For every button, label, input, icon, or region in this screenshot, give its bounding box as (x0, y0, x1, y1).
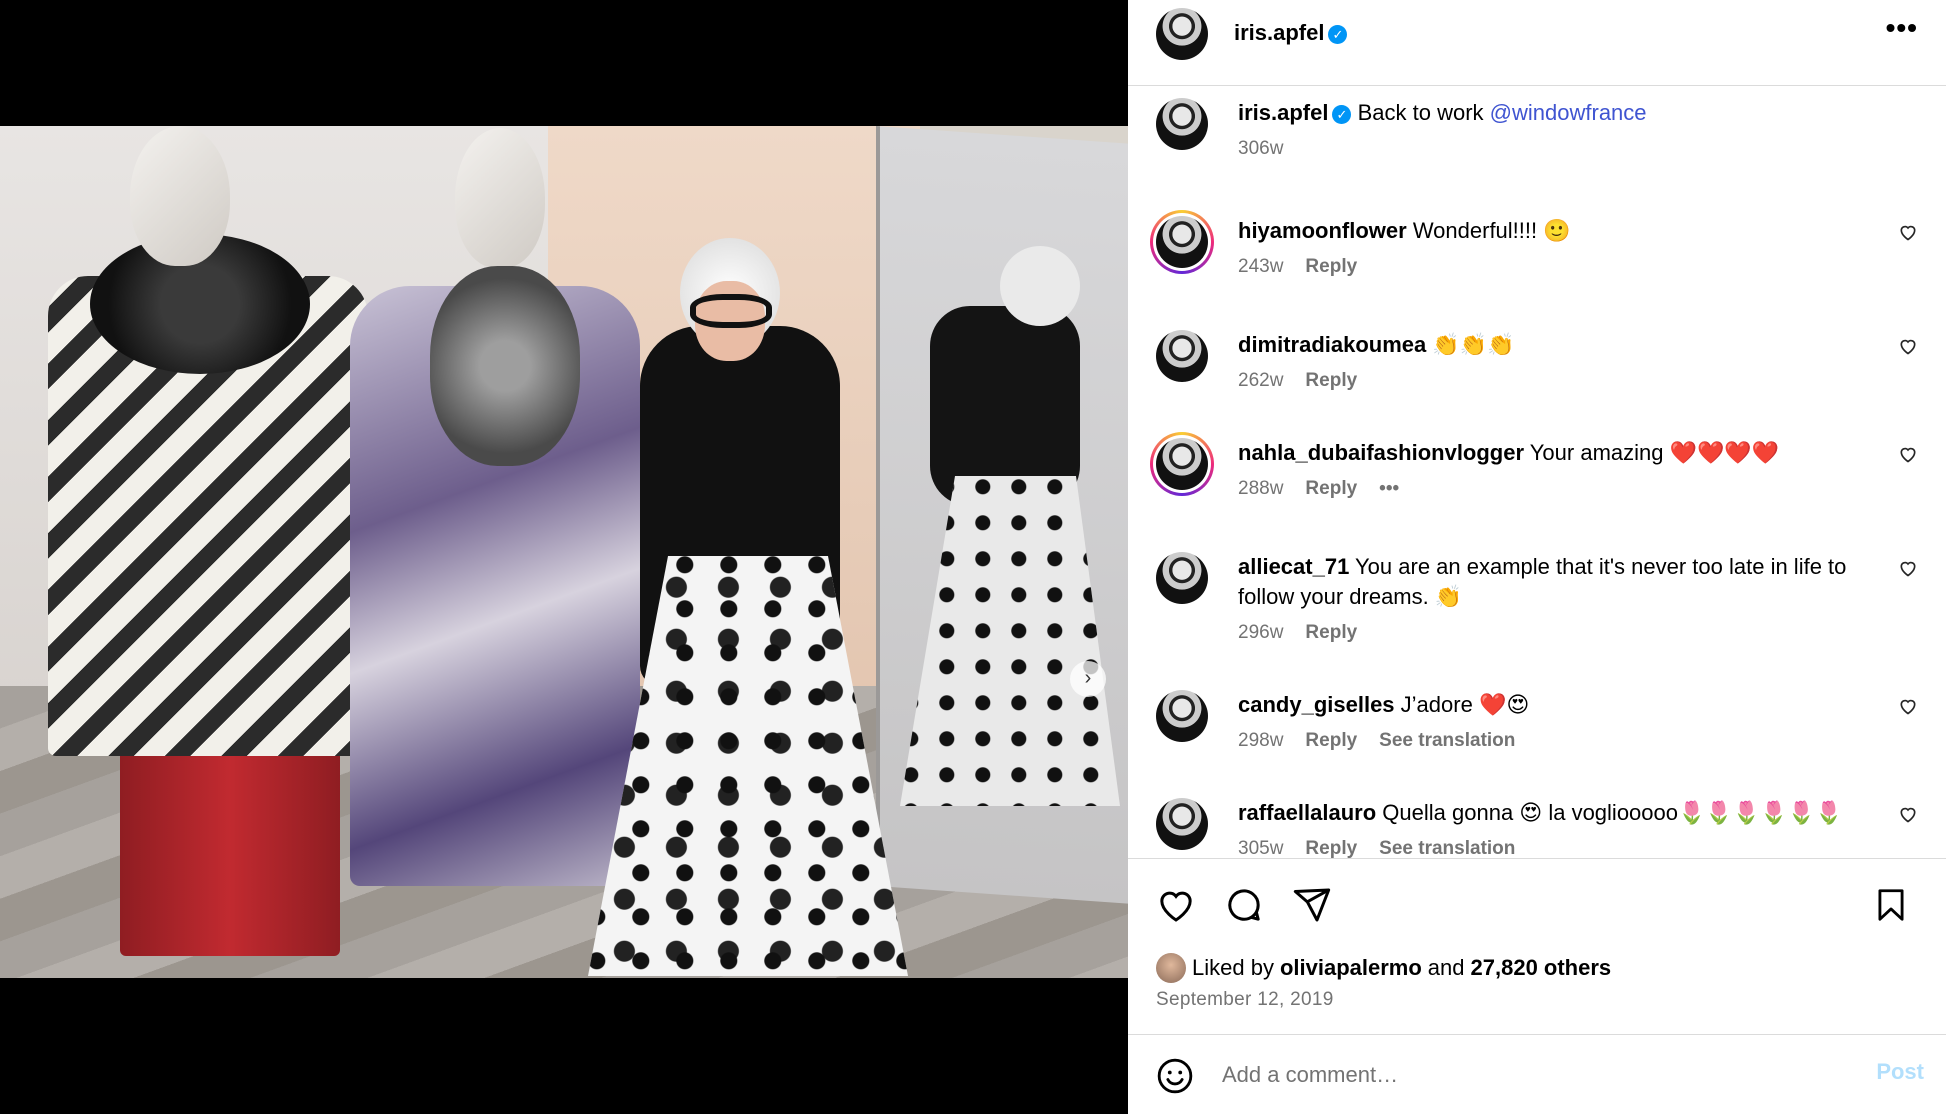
author-username[interactable]: iris.apfel ✓ (1234, 20, 1348, 46)
see-translation-button[interactable]: See translation (1379, 730, 1515, 752)
save-bookmark-icon[interactable] (1872, 885, 1910, 925)
comment-body: Quella gonna 😍 la vogliooooo🌷🌷🌷🌷🌷🌷 (1382, 800, 1843, 825)
comments-list[interactable]: iris.apfel ✓ Back to work @windowfrance 3… (1128, 86, 1946, 858)
likes-summary: Liked by oliviapalermo and 27,820 others (1156, 953, 1611, 983)
comment-avatar[interactable] (1156, 798, 1208, 850)
comment-username[interactable]: dimitradiakoumea (1238, 332, 1426, 357)
caption-text: iris.apfel ✓ Back to work @windowfrance (1238, 98, 1878, 128)
comment-body: 👏👏👏 (1432, 332, 1515, 357)
caption-username[interactable]: iris.apfel (1238, 100, 1328, 125)
comment-meta: 296w Reply (1238, 622, 1357, 644)
photo-mannequin-head (455, 128, 545, 268)
reply-button[interactable]: Reply (1305, 478, 1357, 500)
photo-mirror-hair (1000, 246, 1080, 326)
caption-meta: 306w (1238, 138, 1283, 160)
carousel-next-button[interactable]: › (1070, 661, 1106, 697)
reply-button[interactable]: Reply (1305, 370, 1357, 392)
comment-username[interactable]: raffaellalauro (1238, 800, 1376, 825)
comment-username[interactable]: hiyamoonflower (1238, 218, 1407, 243)
caption-age[interactable]: 306w (1238, 138, 1283, 160)
comment-age[interactable]: 288w (1238, 478, 1283, 500)
comment-age[interactable]: 296w (1238, 622, 1283, 644)
like-comment-heart-icon[interactable] (1898, 336, 1918, 356)
comment-meta: 262w Reply (1238, 370, 1357, 392)
like-comment-heart-icon[interactable] (1898, 696, 1918, 716)
comment-meta: 243w Reply (1238, 256, 1357, 278)
comment-meta: 298w Reply See translation (1238, 730, 1515, 752)
comment-text: hiyamoonflower Wonderful!!!! 🙂 (1238, 216, 1878, 246)
reply-button[interactable]: Reply (1305, 730, 1357, 752)
action-bar: Liked by oliviapalermo and 27,820 others… (1128, 858, 1946, 1034)
like-comment-heart-icon[interactable] (1898, 444, 1918, 464)
media-pane: › (0, 0, 1128, 1114)
comment-age[interactable]: 305w (1238, 838, 1283, 858)
comment-avatar[interactable] (1156, 552, 1208, 604)
comment-avatar[interactable] (1156, 438, 1208, 490)
likes-joiner: and (1427, 955, 1465, 980)
comment-text: alliecat_71 You are an example that it's… (1238, 552, 1878, 612)
reply-button[interactable]: Reply (1305, 838, 1357, 858)
comment-age[interactable]: 243w (1238, 256, 1283, 278)
comment-meta: 305w Reply See translation (1238, 838, 1515, 858)
story-ring[interactable] (1150, 432, 1214, 496)
comment-text: dimitradiakoumea 👏👏👏 (1238, 330, 1878, 360)
reply-button[interactable]: Reply (1305, 256, 1357, 278)
verified-badge-icon: ✓ (1332, 105, 1352, 124)
caption-body: Back to work (1357, 100, 1484, 125)
more-options-icon[interactable]: ••• (1886, 12, 1918, 44)
liker-username[interactable]: oliviapalermo (1280, 955, 1422, 981)
author-avatar[interactable] (1156, 8, 1208, 60)
caption-avatar[interactable] (1156, 98, 1208, 150)
photo-glasses (690, 294, 772, 328)
comment-body: J’adore ❤️😍 (1400, 692, 1530, 717)
comment-username[interactable]: alliecat_71 (1238, 554, 1349, 579)
comment-body: Your amazing ❤️❤️❤️❤️ (1529, 440, 1780, 465)
comment-avatar[interactable] (1156, 216, 1208, 268)
story-ring[interactable] (1150, 210, 1214, 274)
post-date[interactable]: September 12, 2019 (1156, 989, 1334, 1011)
comment-body: Wonderful!!!! 🙂 (1412, 218, 1571, 243)
likes-count[interactable]: 27,820 others (1471, 955, 1612, 981)
emoji-picker-icon[interactable] (1156, 1057, 1194, 1095)
comment-meta: 288w Reply ••• (1238, 478, 1399, 500)
likes-prefix: Liked by (1192, 955, 1274, 980)
author-username-text[interactable]: iris.apfel (1234, 20, 1324, 45)
comment-text: raffaellalauro Quella gonna 😍 la voglioo… (1238, 798, 1878, 828)
photo-silver-necklace (430, 266, 580, 466)
comment-options-icon[interactable]: ••• (1379, 478, 1399, 500)
comment-avatar[interactable] (1156, 330, 1208, 382)
comment-age[interactable]: 262w (1238, 370, 1283, 392)
comment-avatar[interactable] (1156, 690, 1208, 742)
caption-mention-link[interactable]: @windowfrance (1490, 100, 1647, 125)
like-comment-heart-icon[interactable] (1898, 558, 1918, 578)
like-heart-icon[interactable] (1156, 885, 1196, 925)
reply-button[interactable]: Reply (1305, 622, 1357, 644)
like-comment-heart-icon[interactable] (1898, 222, 1918, 242)
comment-username[interactable]: nahla_dubaifashionvlogger (1238, 440, 1524, 465)
post-photo[interactable]: › (0, 126, 1128, 978)
comment-age[interactable]: 298w (1238, 730, 1283, 752)
comment-bubble-icon[interactable] (1224, 885, 1264, 925)
comment-composer: Post (1128, 1034, 1946, 1114)
comment-text: candy_giselles J’adore ❤️😍 (1238, 690, 1878, 720)
comment-text: nahla_dubaifashionvlogger Your amazing ❤… (1238, 438, 1878, 468)
comment-input[interactable] (1222, 1059, 1782, 1091)
photo-mannequin-head (130, 126, 230, 266)
share-send-icon[interactable] (1292, 885, 1332, 925)
see-translation-button[interactable]: See translation (1379, 838, 1515, 858)
comment-username[interactable]: candy_giselles (1238, 692, 1395, 717)
like-comment-heart-icon[interactable] (1898, 804, 1918, 824)
post-panel: iris.apfel ✓ ••• iris.apfel ✓ Back to work… (1128, 0, 1946, 1114)
post-comment-button[interactable]: Post (1876, 1059, 1924, 1085)
post-header: iris.apfel ✓ ••• (1128, 0, 1946, 86)
liker-avatar[interactable] (1156, 953, 1186, 983)
verified-badge-icon: ✓ (1328, 25, 1348, 44)
action-icons (1156, 885, 1332, 925)
